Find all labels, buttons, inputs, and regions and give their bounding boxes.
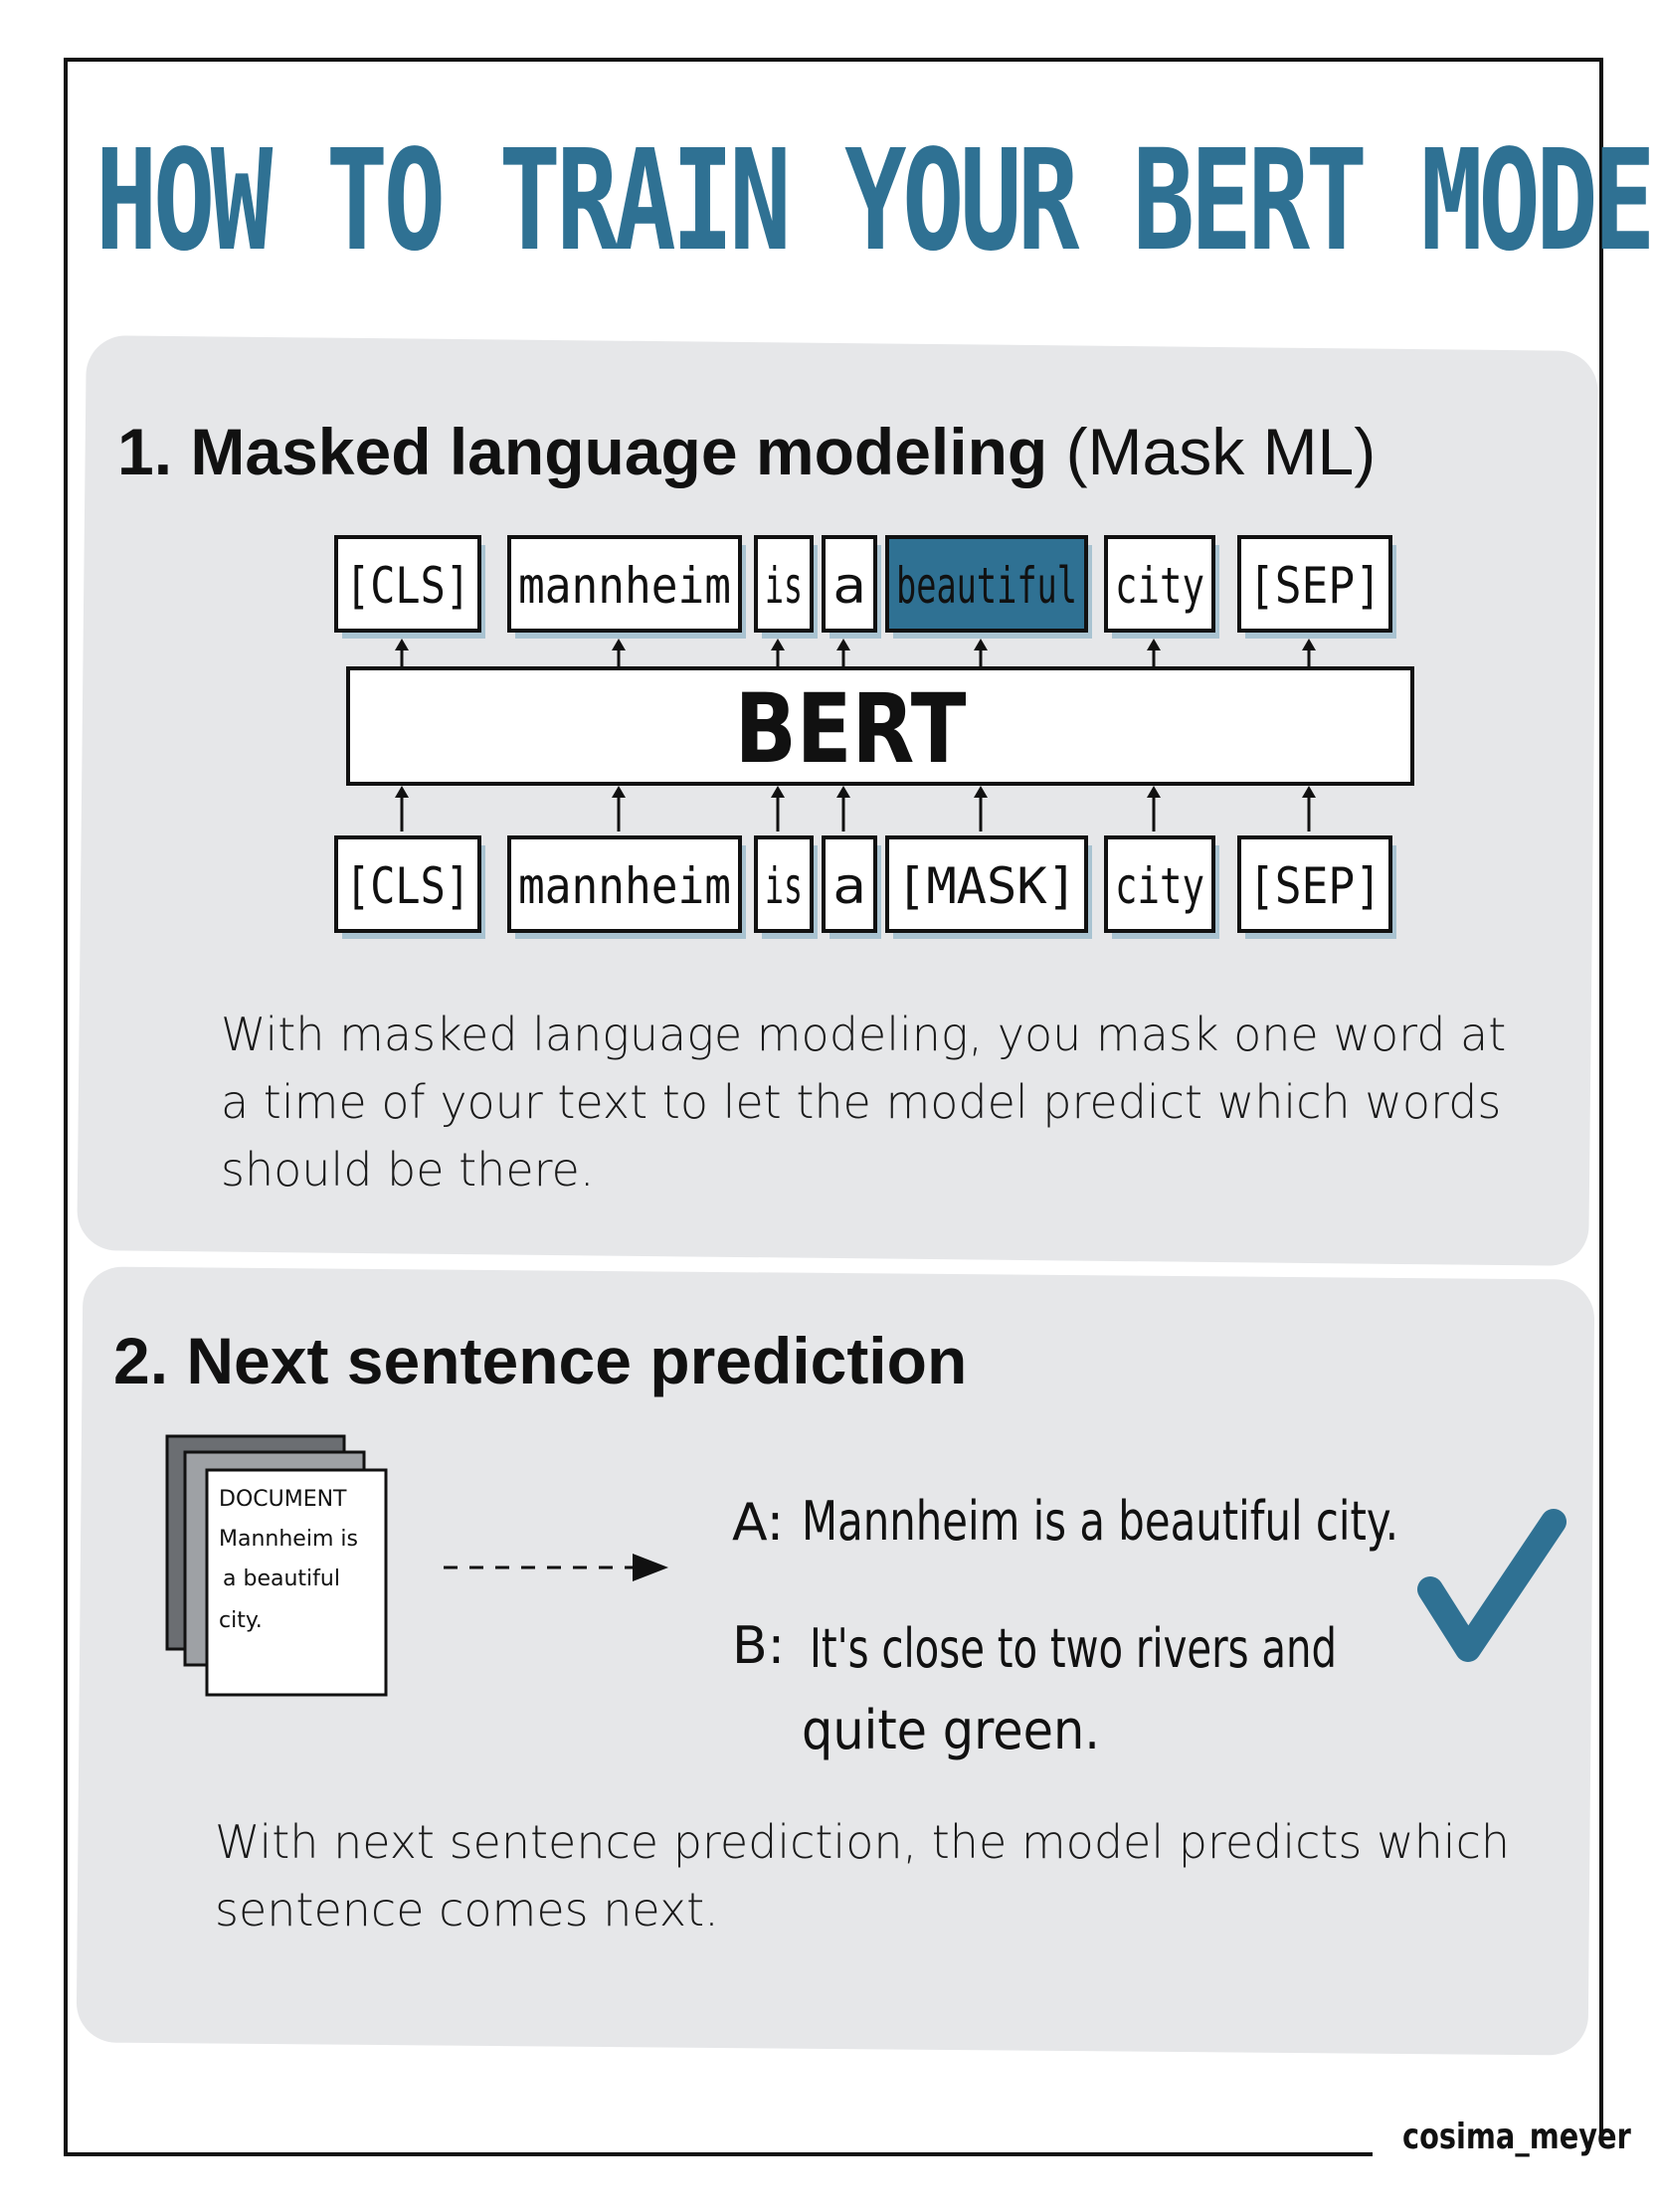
sentence-b-label: B: [732, 1616, 785, 1676]
sentence-a: Mannheim is a beautiful city. [802, 1490, 1398, 1553]
sentence-a-label: A: [732, 1493, 784, 1553]
checkmark-icon [1417, 1509, 1567, 1662]
author-signature: cosima_meyer [1402, 2117, 1631, 2157]
sentence-b-line-1: It's close to two rivers and [810, 1617, 1337, 1680]
section2-description: With next sentence prediction, the model… [215, 1815, 1511, 1936]
sentence-b-line-2: quite green. [802, 1699, 1100, 1761]
